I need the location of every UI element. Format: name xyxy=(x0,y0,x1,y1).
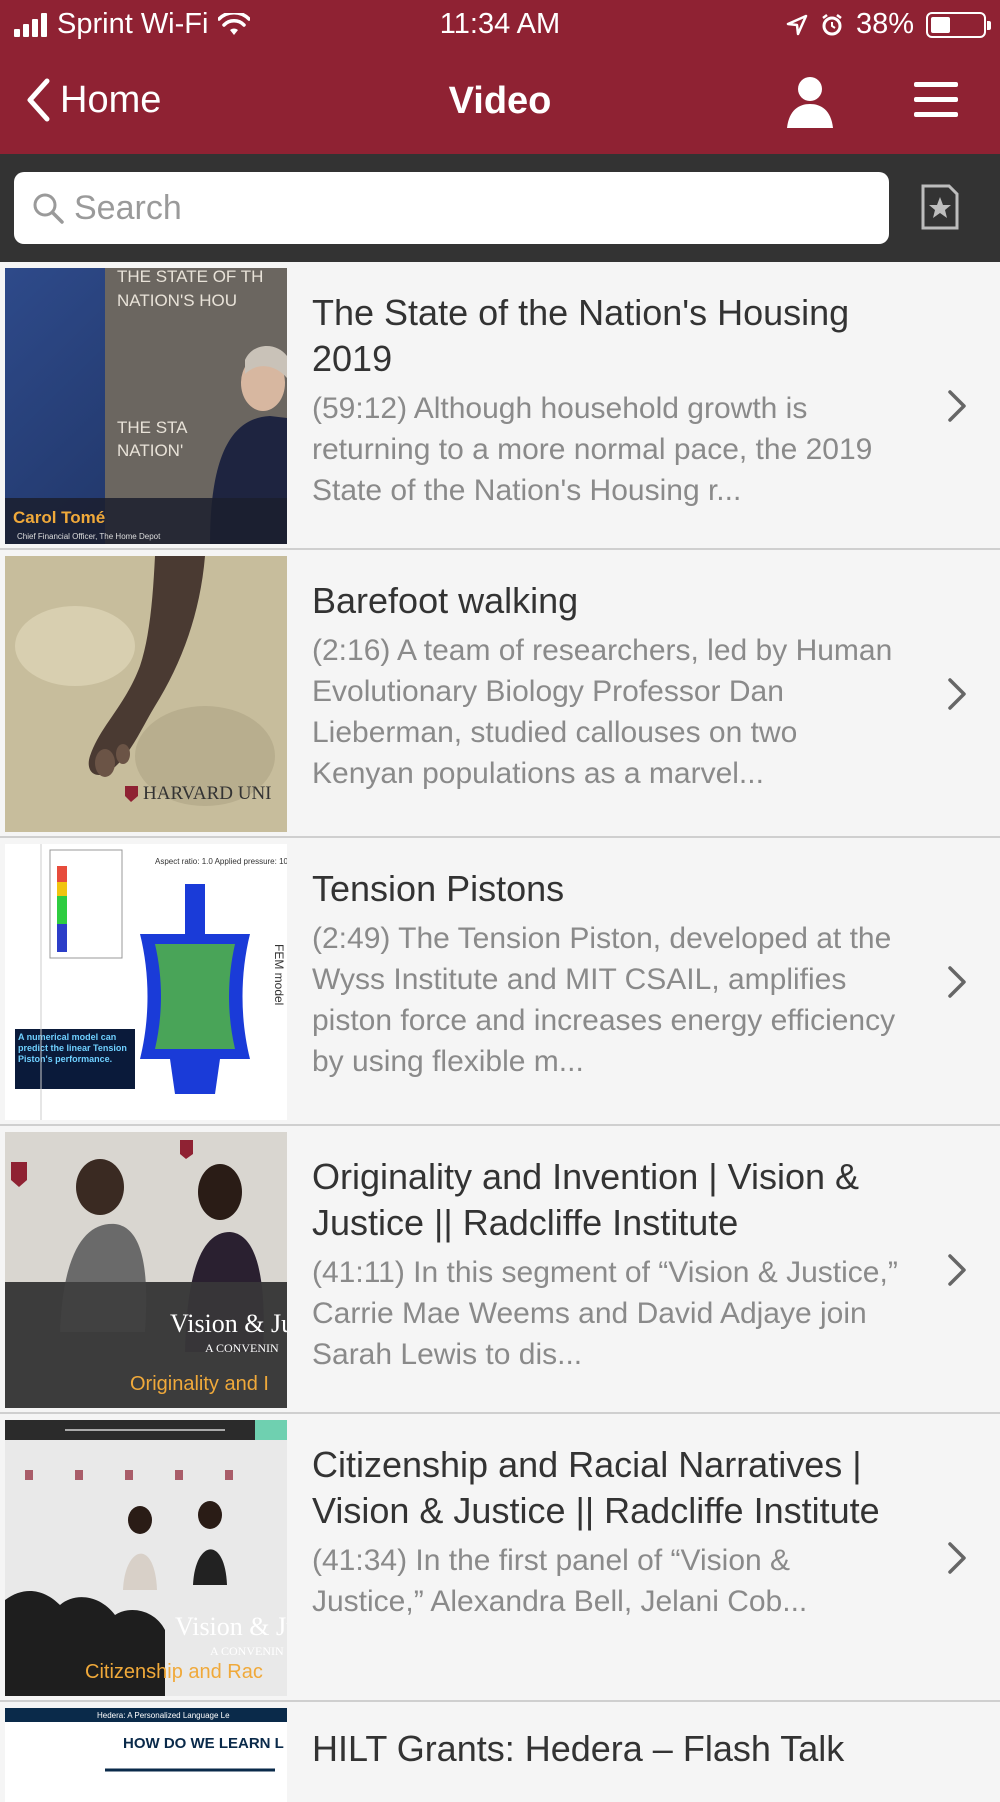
thumb-tag: Citizenship and Rac xyxy=(85,1661,263,1683)
video-thumbnail: Vision & Ju A CONVENIN Citizenship and R… xyxy=(5,1420,287,1696)
video-title: The State of the Nation's Housing 2019 xyxy=(312,292,850,379)
video-thumbnail: THE STATE OF TH NATION'S HOU THE STA NAT… xyxy=(5,268,287,544)
video-title: Tension Pistons xyxy=(312,868,565,909)
video-list-item[interactable]: Vision & Ju A CONVENIN Originality and I… xyxy=(0,1126,1000,1414)
battery-icon xyxy=(926,11,991,38)
search-field[interactable] xyxy=(14,172,889,244)
search-bar xyxy=(0,154,1000,262)
video-title: Citizenship and Racial Narratives | Visi… xyxy=(312,1444,880,1531)
thumb-caption: A numerical model can predict the linear… xyxy=(18,1032,127,1064)
page-title: Video xyxy=(448,80,552,122)
thumb-caption: HARVARD UNI xyxy=(143,783,272,804)
video-description: (41:11) In this segment of “Vision & Jus… xyxy=(312,1256,898,1371)
svg-text:THE STA: THE STA xyxy=(117,418,188,437)
video-description: (2:16) A team of researchers, led by Hum… xyxy=(312,634,893,790)
video-list: THE STATE OF TH NATION'S HOU THE STA NAT… xyxy=(0,262,1000,1802)
video-description: (59:12) Although household growth is ret… xyxy=(312,392,873,507)
video-thumbnail: Hedera: A Personalized Language Le HOW D… xyxy=(5,1708,287,1802)
video-thumbnail: HARVARD UNI xyxy=(5,556,287,832)
video-thumbnail: Aspect ratio: 1.0 Applied pressure: 100 … xyxy=(5,844,287,1120)
user-profile-icon[interactable] xyxy=(785,74,835,130)
chevron-right-icon xyxy=(948,1542,966,1574)
thumb-caption: Carol Tomé xyxy=(13,508,105,527)
thumb-top: Aspect ratio: 1.0 Applied pressure: 100 … xyxy=(155,857,287,866)
video-thumbnail: Vision & Ju A CONVENIN Originality and I xyxy=(5,1132,287,1408)
search-icon xyxy=(33,193,64,224)
video-description: (41:34) In the first panel of “Vision & … xyxy=(312,1544,808,1618)
video-list-item[interactable]: Aspect ratio: 1.0 Applied pressure: 100 … xyxy=(0,838,1000,1126)
chevron-right-icon xyxy=(948,1254,966,1286)
thumb-caption: HOW DO WE LEARN L xyxy=(123,1735,284,1752)
hamburger-menu-icon[interactable] xyxy=(914,82,958,118)
chevron-right-icon xyxy=(948,678,966,710)
video-list-item[interactable]: THE STATE OF TH NATION'S HOU THE STA NAT… xyxy=(0,262,1000,550)
thumb-side: FEM model xyxy=(272,944,286,1005)
thumb-subcaption: A CONVENIN xyxy=(205,1341,279,1355)
thumb-top: Hedera: A Personalized Language Le xyxy=(97,1711,230,1720)
thumb-tag: Originality and I xyxy=(130,1373,269,1395)
chevron-right-icon xyxy=(948,390,966,422)
nav-bar: Home Video xyxy=(0,52,1000,154)
svg-text:THE STATE OF TH: THE STATE OF TH xyxy=(117,268,263,286)
video-list-item[interactable]: HARVARD UNI Barefoot walking (2:16) A te… xyxy=(0,550,1000,838)
video-title: HILT Grants: Hedera – Flash Talk xyxy=(312,1728,845,1769)
location-arrow-icon xyxy=(786,14,808,35)
battery-percent: 38% xyxy=(855,8,914,40)
svg-text:NATION'S HOU: NATION'S HOU xyxy=(117,291,237,310)
video-list-item[interactable]: Hedera: A Personalized Language Le HOW D… xyxy=(0,1702,1000,1802)
chevron-right-icon xyxy=(948,966,966,998)
video-list-item[interactable]: Vision & Ju A CONVENIN Citizenship and R… xyxy=(0,1414,1000,1702)
video-description: (2:49) The Tension Piston, developed at … xyxy=(312,922,896,1078)
app-header: Sprint Wi-Fi 11:34 AM 38% Home Video xyxy=(0,0,1000,154)
bookmark-star-icon[interactable] xyxy=(920,183,960,231)
alarm-icon xyxy=(822,13,842,35)
thumb-caption: Vision & Ju xyxy=(170,1309,287,1338)
video-title: Originality and Invention | Vision & Jus… xyxy=(312,1156,859,1243)
thumb-subcaption: Chief Financial Officer, The Home Depot xyxy=(17,532,161,541)
thumb-caption: Vision & Ju xyxy=(175,1612,287,1641)
status-bar: Sprint Wi-Fi 11:34 AM 38% xyxy=(0,0,1000,52)
thumb-subcaption: A CONVENIN xyxy=(210,1644,284,1658)
video-title: Barefoot walking xyxy=(312,580,579,621)
svg-text:NATION': NATION' xyxy=(117,441,183,460)
search-input[interactable] xyxy=(74,172,874,244)
